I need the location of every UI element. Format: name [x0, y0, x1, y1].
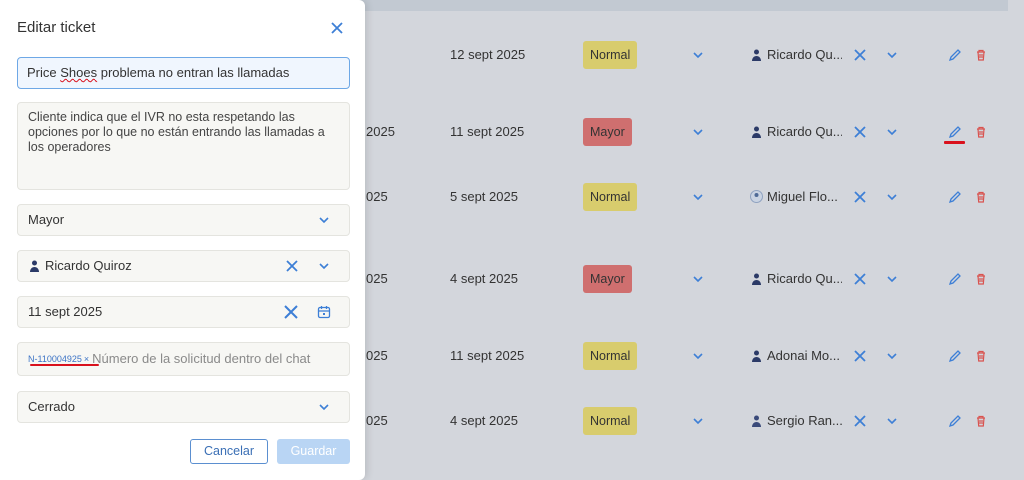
avatar-icon [750, 190, 763, 203]
trash-icon[interactable] [974, 48, 988, 62]
clear-icon[interactable] [853, 190, 867, 204]
save-button[interactable]: Guardar [277, 439, 350, 464]
cell-id: 025 [366, 348, 388, 363]
chevron-down-icon[interactable] [885, 190, 899, 204]
request-placeholder: Número de la solicitud dentro del chat [92, 351, 311, 366]
chevron-down-icon[interactable] [885, 125, 899, 139]
clear-icon[interactable] [285, 259, 299, 273]
chevron-down-icon[interactable] [691, 414, 705, 428]
cell-id: 025 [366, 271, 388, 286]
avatar-icon [752, 126, 761, 138]
trash-icon[interactable] [974, 272, 988, 286]
modal-title: Editar ticket [17, 19, 96, 36]
trash-icon[interactable] [974, 349, 988, 363]
priority-badge[interactable]: Normal [583, 407, 638, 435]
clear-icon[interactable] [853, 414, 867, 428]
priority-badge[interactable]: Normal [583, 183, 638, 211]
avatar-icon [752, 415, 761, 427]
ticket-title-input[interactable]: Price Shoes problema no entran las llama… [17, 57, 350, 89]
chevron-down-icon[interactable] [318, 260, 330, 272]
edit-pencil-icon[interactable] [948, 414, 962, 428]
assignee-name: Adonai Mo... [767, 348, 840, 363]
edit-ticket-modal: Editar ticket Price Shoes problema no en… [0, 0, 365, 480]
chevron-down-icon[interactable] [885, 48, 899, 62]
assignee-cell: Sergio Ran... [750, 401, 842, 441]
chevron-down-icon[interactable] [691, 190, 705, 204]
assignee-value: Ricardo Quiroz [45, 258, 132, 273]
status-select[interactable]: Cerrado [17, 391, 350, 423]
priority-badge[interactable]: Mayor [583, 265, 632, 293]
cell-id: 025 [366, 189, 388, 204]
edit-pencil-icon[interactable] [948, 125, 962, 139]
avatar-icon [752, 273, 761, 285]
chevron-down-icon[interactable] [691, 125, 705, 139]
title-rest: problema no entran las llamadas [100, 65, 290, 80]
clear-icon[interactable] [853, 48, 867, 62]
priority-badge[interactable]: Normal [583, 342, 638, 370]
avatar-icon [752, 49, 761, 61]
edit-pencil-icon[interactable] [948, 48, 962, 62]
trash-icon[interactable] [974, 414, 988, 428]
assignee-name: Ricardo Qu... [767, 124, 842, 139]
clear-icon[interactable] [853, 272, 867, 286]
date-field[interactable]: 11 sept 2025 [17, 296, 350, 328]
date-value: 11 sept 2025 [28, 304, 103, 319]
misspelled-word: Shoes [60, 65, 98, 80]
cell-date: 4 sept 2025 [450, 271, 518, 286]
assignee-name: Ricardo Qu... [767, 47, 842, 62]
assignee-cell: Miguel Flo... [750, 177, 842, 217]
avatar-icon [30, 260, 39, 272]
priority-badge[interactable]: Normal [583, 41, 638, 69]
calendar-icon[interactable] [317, 305, 331, 319]
cell-date: 12 sept 2025 [450, 47, 526, 62]
chip-label: N-110004925 [28, 354, 82, 364]
chevron-down-icon[interactable] [318, 214, 330, 226]
chevron-down-icon[interactable] [691, 48, 705, 62]
chip-remove-icon[interactable]: × [84, 354, 89, 364]
assignee-name: Ricardo Qu... [767, 271, 842, 286]
assignee-cell: Ricardo Qu... [750, 112, 842, 152]
cancel-button[interactable]: Cancelar [190, 439, 268, 464]
avatar-icon [752, 350, 761, 362]
clear-icon[interactable] [853, 125, 867, 139]
cell-id: 025 [366, 413, 388, 428]
assignee-name: Miguel Flo... [767, 189, 838, 204]
chevron-down-icon[interactable] [691, 272, 705, 286]
chevron-down-icon[interactable] [318, 401, 330, 413]
chevron-down-icon[interactable] [691, 349, 705, 363]
cell-date: 11 sept 2025 [450, 348, 525, 363]
chevron-down-icon[interactable] [885, 349, 899, 363]
clear-icon[interactable] [283, 304, 299, 320]
cell-date: 4 sept 2025 [450, 413, 518, 428]
edit-pencil-icon[interactable] [948, 349, 962, 363]
clear-icon[interactable] [853, 349, 867, 363]
cell-date: 5 sept 2025 [450, 189, 518, 204]
request-number-field[interactable]: N-110004925 × Número de la solicitud dentr… [17, 342, 350, 376]
trash-icon[interactable] [974, 190, 988, 204]
edit-pencil-icon[interactable] [948, 272, 962, 286]
assignee-name: Sergio Ran... [767, 413, 842, 428]
assignee-cell: Adonai Mo... [750, 336, 842, 376]
assignee-cell: Ricardo Qu... [750, 259, 842, 299]
annotation-underline [944, 141, 965, 144]
priority-value: Mayor [28, 212, 65, 227]
close-icon[interactable] [329, 20, 345, 36]
priority-select[interactable]: Mayor [17, 204, 350, 236]
priority-badge[interactable]: Mayor [583, 118, 632, 146]
description-textarea[interactable]: Cliente indica que el IVR no esta respet… [17, 102, 350, 190]
request-chip[interactable]: N-110004925 × [28, 343, 89, 375]
edit-pencil-icon[interactable] [948, 190, 962, 204]
chevron-down-icon[interactable] [885, 414, 899, 428]
trash-icon[interactable] [974, 125, 988, 139]
chevron-down-icon[interactable] [885, 272, 899, 286]
assignee-cell: Ricardo Qu... [750, 35, 842, 75]
cell-id: 2025 [366, 124, 395, 139]
title-word: Price [27, 65, 57, 80]
assignee-select[interactable]: Ricardo Quiroz [17, 250, 350, 282]
cell-date: 11 sept 2025 [450, 124, 525, 139]
annotation-underline [30, 364, 99, 366]
status-value: Cerrado [28, 399, 75, 414]
